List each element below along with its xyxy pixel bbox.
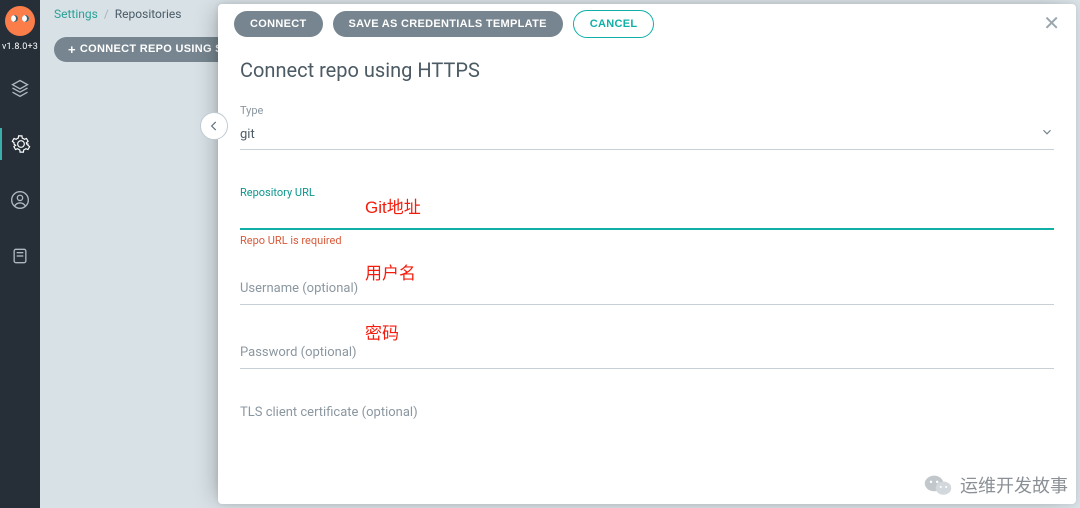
type-select[interactable]: git [240,121,1054,150]
repo-url-input[interactable] [240,203,1054,230]
panel-title: Connect repo using HTTPS [240,58,1054,82]
repo-url-error: Repo URL is required [240,234,1054,247]
watermark: 运维开发故事 [924,472,1068,498]
connect-repo-panel: CONNECT SAVE AS CREDENTIALS TEMPLATE CAN… [218,4,1076,504]
watermark-text: 运维开发故事 [960,472,1068,498]
gear-icon [11,134,31,154]
app-logo [5,6,35,36]
password-field: Password (optional) [240,341,1054,369]
repo-url-label: Repository URL [240,186,1054,199]
tls-field: TLS client certificate (optional) [240,405,1054,420]
type-value: git [240,127,255,142]
annotation-username: 用户名 [365,259,416,284]
wechat-icon [924,472,952,498]
type-field: Type git [240,104,1054,150]
password-input[interactable]: Password (optional) [240,341,1054,369]
nav-item-stack[interactable] [0,72,40,104]
nav-item-user[interactable] [0,184,40,216]
save-template-button[interactable]: SAVE AS CREDENTIALS TEMPLATE [333,11,563,37]
book-icon [10,246,30,266]
annotation-git-url: Git地址 [365,193,421,218]
app-version: v1.8.0+3 [2,42,38,52]
nav-rail: v1.8.0+3 [0,0,40,508]
scroll-left-fab[interactable] [200,112,228,140]
repo-url-field: Repository URL Repo URL is required [240,186,1054,247]
close-button[interactable]: ✕ [1043,14,1060,34]
chevron-left-icon [207,119,221,133]
breadcrumb-repositories: Repositories [115,7,182,21]
layers-icon [10,78,30,98]
panel-header: CONNECT SAVE AS CREDENTIALS TEMPLATE CAN… [218,4,1076,44]
plus-icon: + [68,43,76,56]
breadcrumb-settings[interactable]: Settings [54,7,98,21]
username-field: Username (optional) [240,277,1054,305]
breadcrumb-separator: / [104,7,109,21]
close-icon: ✕ [1043,13,1060,35]
username-input[interactable]: Username (optional) [240,277,1054,305]
chevron-down-icon [1040,125,1054,143]
nav-item-docs[interactable] [0,240,40,272]
cancel-button[interactable]: CANCEL [573,10,655,38]
annotation-password: 密码 [365,319,399,344]
nav-item-settings[interactable] [0,128,40,160]
connect-repo-ssh-label: CONNECT REPO USING SSH [80,43,239,55]
connect-button[interactable]: CONNECT [234,11,323,37]
user-icon [10,190,30,210]
tls-label: TLS client certificate (optional) [240,405,1054,420]
type-label: Type [240,104,1054,117]
